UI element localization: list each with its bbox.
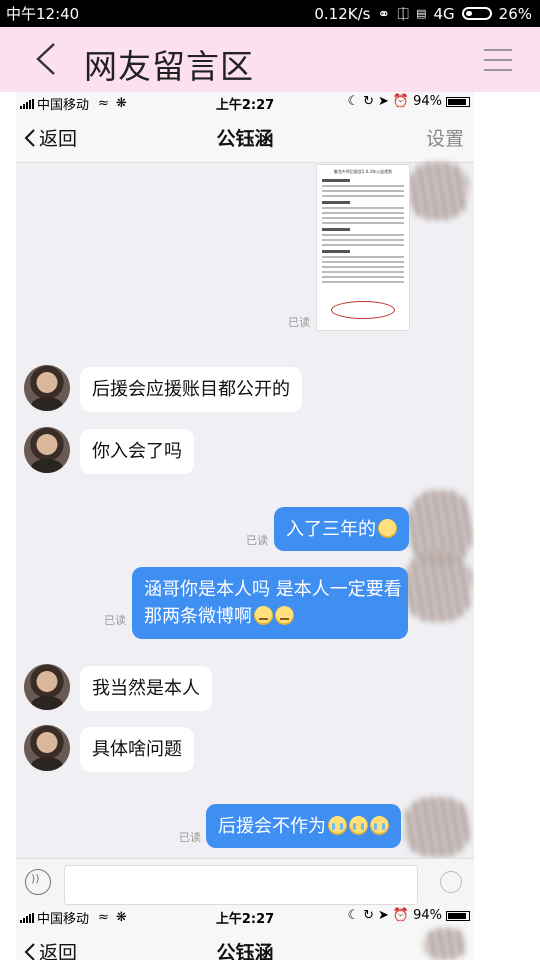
lock-rotation-icon: ↻ [363, 908, 374, 923]
battery-icon [461, 7, 492, 20]
message-input[interactable] [64, 865, 418, 905]
location-icon: ➤ [378, 908, 389, 923]
chat-nav-bar: 返回 公钰涵 [16, 926, 474, 960]
network-speed: 0.12K/s [314, 4, 371, 23]
message-text-line2: 那两条微博啊 [144, 606, 252, 627]
chat-nav-bar: 返回 公钰涵 设置 [16, 112, 474, 163]
red-circle-annotation [331, 301, 395, 319]
bald-face-emoji-icon [378, 519, 397, 538]
voice-icon[interactable] [25, 869, 51, 895]
app-header: 网友留言区 [0, 27, 540, 92]
blurred-avatar [408, 162, 468, 220]
battery-level: 26% [498, 4, 532, 23]
moon-icon: ☾ [347, 94, 360, 109]
message-text: 入了三年的 [286, 519, 376, 540]
ios-status-bar: 中国移动 ≈ ❋ 上午2:27 ☾ ↻ ➤ ⏰ 94% [16, 92, 474, 113]
message-bubble-incoming: 你入会了吗 [80, 429, 194, 474]
message-bubble-incoming: 后援会应援账目都公开的 [80, 367, 302, 412]
blurred-avatar [424, 928, 466, 960]
emoji-picker-icon[interactable] [440, 871, 462, 893]
avatar[interactable] [24, 725, 70, 771]
status-time: 中午12:40 [6, 5, 80, 23]
settings-button[interactable]: 设置 [426, 124, 464, 151]
message-text-line1: 涵哥你是本人吗 是本人一定要看 [144, 579, 402, 600]
back-arrow-icon[interactable] [32, 41, 62, 77]
sad-face-emoji-icon [275, 606, 294, 625]
network-type: 4G [433, 4, 455, 23]
message-input-bar [16, 858, 474, 907]
message-bubble-outgoing: 涵哥你是本人吗 是本人一定要看 那两条微博啊 [132, 567, 408, 639]
crying-face-emoji-icon [328, 816, 347, 835]
chat-screenshot: 中国移动 ≈ ❋ 上午2:27 ☾ ↻ ➤ ⏰ 94% 返回 公钰涵 设置 御龙… [16, 92, 474, 960]
chat-title: 公钰涵 [216, 128, 274, 150]
avatar[interactable] [24, 365, 70, 411]
lock-rotation-icon: ↻ [363, 94, 374, 109]
chat-title: 公钰涵 [216, 942, 274, 960]
headphone-icon: ⚭ [377, 4, 391, 23]
message-bubble-incoming: 具体啥问题 [80, 727, 194, 772]
avatar[interactable] [24, 427, 70, 473]
alarm-icon: ⏰ [392, 908, 410, 923]
message-bubble-outgoing: 后援会不作为 [206, 804, 401, 848]
status-right-group: 0.12K/s ⚭ ⎅ ▤ 4G 26% [314, 5, 532, 23]
moon-icon: ☾ [347, 908, 360, 923]
message-text: 后援会不作为 [218, 816, 326, 837]
menu-icon[interactable] [484, 49, 512, 73]
ios-battery-icon [446, 96, 470, 107]
read-receipt: 已读 [104, 614, 126, 627]
location-icon: ➤ [378, 94, 389, 109]
mute-icon: ⎅ [397, 4, 410, 23]
system-status-bar: 中午12:40 0.12K/s ⚭ ⎅ ▤ 4G 26% [0, 0, 540, 27]
message-bubble-incoming: 我当然是本人 [80, 666, 212, 711]
ios-battery-icon [446, 910, 470, 921]
alarm-icon: ⏰ [392, 94, 410, 109]
read-receipt: 已读 [179, 831, 201, 844]
message-bubble-outgoing: 入了三年的 [274, 507, 409, 551]
read-receipt: 已读 [288, 316, 310, 329]
crying-face-emoji-icon [349, 816, 368, 835]
avatar[interactable] [24, 664, 70, 710]
crying-face-emoji-icon [370, 816, 389, 835]
blurred-avatar [404, 797, 470, 857]
page-title: 网友留言区 [84, 47, 254, 86]
read-receipt: 已读 [246, 534, 268, 547]
ios-battery-level: 94% [413, 94, 442, 109]
document-title: 御龙乡师后援会2.0.3年公益规划 [333, 169, 393, 174]
blurred-avatar [404, 552, 472, 622]
signal-icon: ▤ [416, 7, 427, 20]
document-image-message[interactable]: 御龙乡师后援会2.0.3年公益规划 [316, 164, 410, 331]
ios-battery-level: 94% [413, 908, 442, 923]
ios-status-bar: 中国移动 ≈ ❋ 上午2:27 ☾ ↻ ➤ ⏰ 94% [16, 906, 474, 927]
sad-face-emoji-icon [254, 606, 273, 625]
